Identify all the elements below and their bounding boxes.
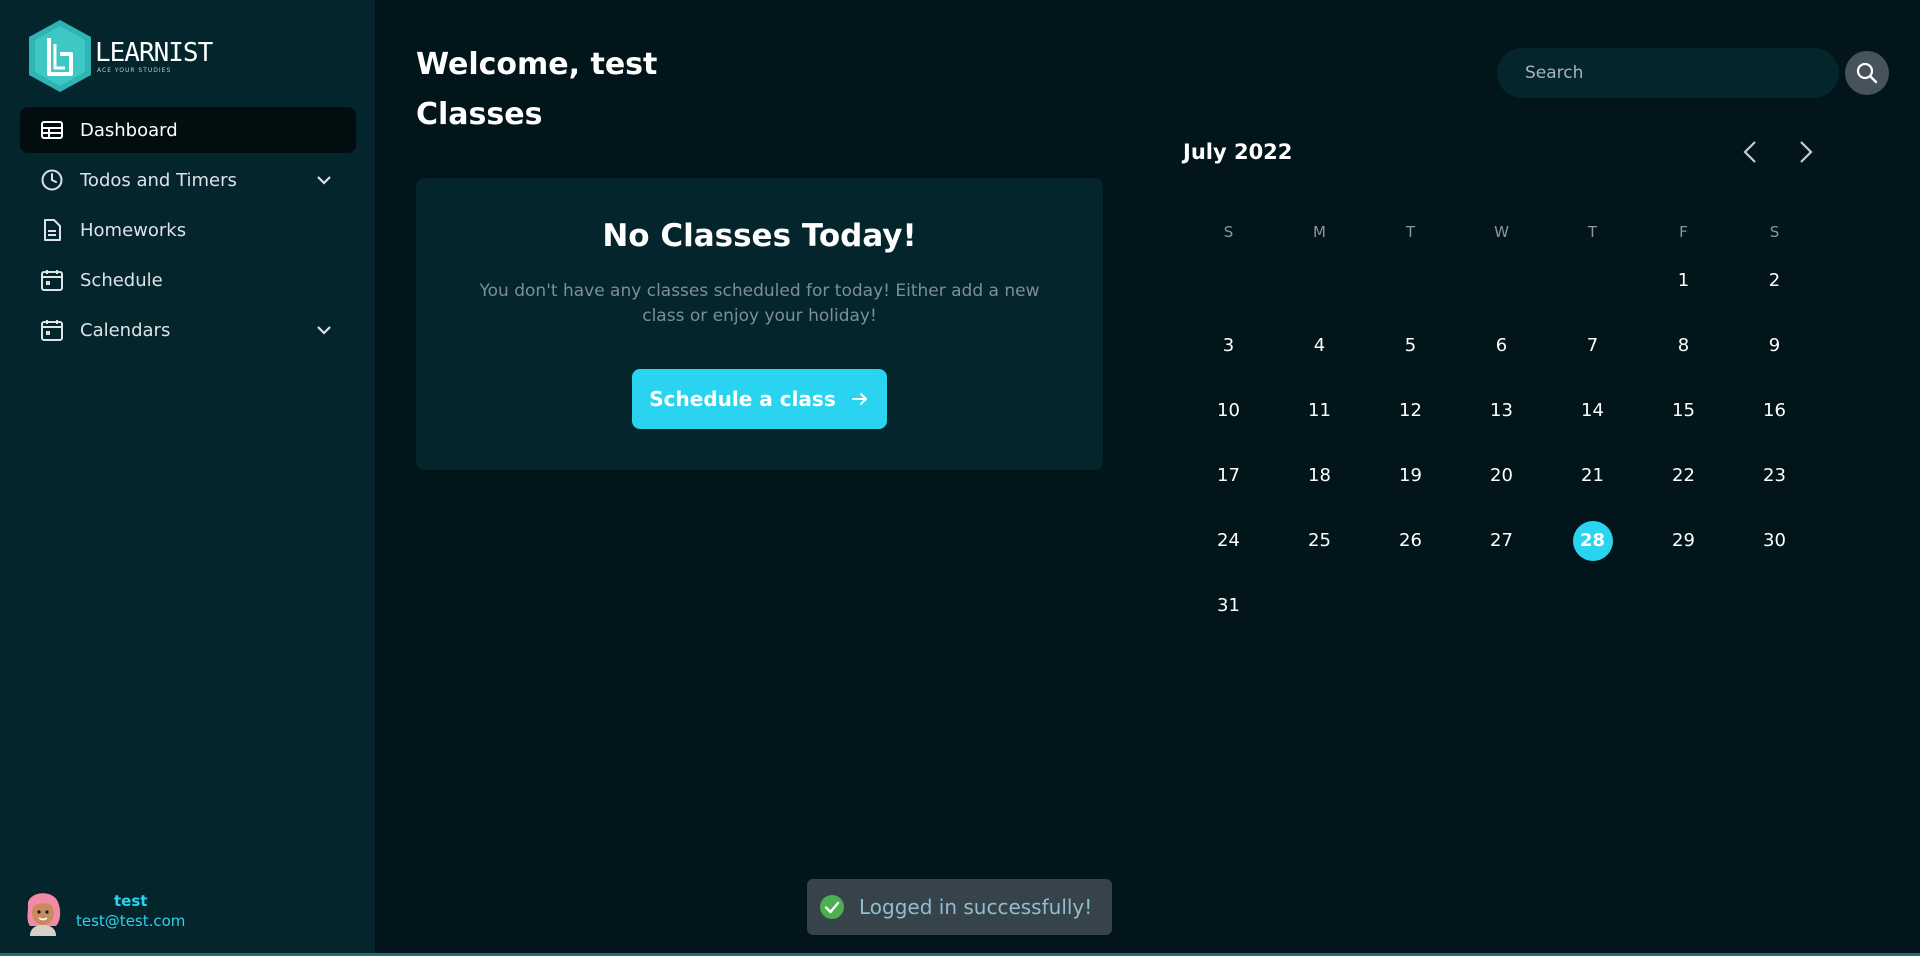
calendar-weeks: 1 2 3 4 5 6 7 8 9 10 11 12 13 14 15 16 17 18 19 20 21 22 23 24 2… — [1183, 248, 1786, 638]
sidebar-item-label: Schedule — [80, 269, 163, 291]
sidebar-item-label: Todos and Timers — [80, 169, 237, 191]
calendar-day[interactable]: 22 — [1664, 456, 1704, 496]
calendar-day[interactable]: 11 — [1300, 391, 1340, 431]
no-classes-description: You don't have any classes scheduled for… — [479, 281, 1040, 326]
logo-name: LEARNIST — [95, 37, 213, 68]
calendar-icon — [40, 268, 64, 292]
calendar-day[interactable]: 20 — [1482, 456, 1522, 496]
sidebar-item-todos-and-timers[interactable]: Todos and Timers — [20, 157, 356, 203]
calendar-day[interactable]: 12 — [1391, 391, 1431, 431]
sidebar-item-calendars[interactable]: Calendars — [20, 307, 356, 353]
calendar-day[interactable]: 7 — [1573, 326, 1613, 366]
calendar-week-row: 17 18 19 20 21 22 23 — [1183, 443, 1786, 508]
logo[interactable]: LEARNIST ACE YOUR STUDIES — [27, 18, 213, 94]
user-profile[interactable]: test test@test.com — [22, 886, 185, 936]
user-name: test — [113, 891, 148, 910]
user-info: test test@test.com — [76, 892, 185, 931]
weekday-label: F — [1679, 223, 1688, 241]
calendar-day[interactable]: 21 — [1573, 456, 1613, 496]
toast-message: Logged in successfully! — [859, 895, 1093, 919]
document-icon — [40, 218, 64, 242]
calendar-day[interactable]: 3 — [1209, 326, 1249, 366]
calendar-day[interactable]: 1 — [1664, 261, 1704, 301]
toast-notification: Logged in successfully! — [807, 879, 1112, 935]
sidebar-item-dashboard[interactable]: Dashboard — [20, 107, 356, 153]
calendar-day[interactable]: 19 — [1391, 456, 1431, 496]
avatar-icon — [27, 893, 61, 936]
logo-text: LEARNIST ACE YOUR STUDIES — [95, 37, 213, 74]
calendar-week-row: 31 — [1183, 573, 1547, 638]
calendar-prev-month-button[interactable] — [1738, 138, 1762, 166]
weekday-label: T — [1405, 223, 1416, 241]
calendar-day[interactable]: 31 — [1209, 586, 1249, 626]
no-classes-title: No Classes Today! — [602, 218, 917, 254]
calendar-day[interactable]: 10 — [1209, 391, 1249, 431]
search-icon — [1856, 62, 1878, 84]
chevron-down-icon[interactable] — [314, 170, 334, 190]
calendar-grid: S M T W T F S 1 2 3 4 5 6 7 8 9 10 11 12 13 14 15 16 17 1… — [1183, 216, 1786, 638]
app: LEARNIST ACE YOUR STUDIES Dashboard Todo… — [0, 0, 1920, 956]
calendar-day[interactable]: 27 — [1482, 521, 1522, 561]
sidebar-item-label: Homeworks — [80, 219, 187, 241]
schedule-class-button-label: Schedule a class — [649, 387, 836, 411]
calendar-next-month-button[interactable] — [1794, 138, 1818, 166]
chevron-right-icon — [1800, 141, 1813, 163]
calendar-day[interactable]: 6 — [1482, 326, 1522, 366]
weekday-label: S — [1769, 223, 1780, 241]
calendar-day[interactable]: 4 — [1300, 326, 1340, 366]
calendar-day[interactable]: 16 — [1755, 391, 1795, 431]
calendar-weekday-row: S M T W T F S — [1183, 216, 1780, 248]
calendar-day[interactable]: 24 — [1209, 521, 1249, 561]
calendar-day[interactable]: 14 — [1573, 391, 1613, 431]
logo-tagline: ACE YOUR STUDIES — [97, 66, 172, 74]
sidebar-item-schedule[interactable]: Schedule — [20, 257, 356, 303]
weekday-label: S — [1223, 223, 1234, 241]
welcome-heading: Welcome, test — [416, 47, 658, 82]
calendar-day[interactable]: 25 — [1300, 521, 1340, 561]
sidebar-item-homeworks[interactable]: Homeworks — [20, 207, 356, 253]
search-input[interactable] — [1497, 48, 1839, 98]
calendar-day[interactable]: 17 — [1209, 456, 1249, 496]
classes-card: No Classes Today! You don't have any cla… — [416, 178, 1103, 470]
calendar-week-row: 12 — [1183, 248, 1780, 313]
calendar-week-row: 3456789 — [1183, 313, 1780, 378]
calendar-day[interactable]: 13 — [1482, 391, 1522, 431]
calendar-icon — [40, 318, 64, 342]
sidebar-item-label: Calendars — [80, 319, 171, 341]
calendar-day[interactable]: 26 — [1391, 521, 1431, 561]
calendar-day[interactable]: 23 — [1755, 456, 1795, 496]
search-button[interactable] — [1845, 51, 1889, 95]
user-email: test@test.com — [76, 911, 186, 930]
calendar-day-today[interactable]: 28 — [1572, 520, 1613, 561]
calendar-day[interactable]: 2 — [1755, 261, 1795, 301]
weekday-label: T — [1587, 223, 1598, 241]
sidebar: LEARNIST ACE YOUR STUDIES Dashboard Todo… — [0, 0, 375, 956]
classes-heading: Classes — [416, 97, 543, 132]
weekday-label: W — [1494, 223, 1509, 241]
chevron-left-icon — [1743, 141, 1756, 163]
table-icon — [40, 118, 64, 142]
calendar-day[interactable]: 5 — [1391, 326, 1431, 366]
calendar-day[interactable]: 29 — [1664, 521, 1704, 561]
sidebar-item-label: Dashboard — [80, 119, 178, 141]
calendar-week-row: 24 25 26 27 28 29 30 — [1183, 508, 1786, 573]
calendar-month-title: July 2022 — [1183, 140, 1293, 164]
clock-icon — [40, 168, 64, 192]
calendar-day[interactable]: 18 — [1300, 456, 1340, 496]
calendar-day[interactable]: 8 — [1664, 326, 1704, 366]
logo-hexagon-icon — [29, 20, 91, 92]
chevron-down-icon[interactable] — [314, 320, 334, 340]
sidebar-nav: Dashboard Todos and Timers Homeworks Sch… — [20, 107, 356, 357]
check-circle-icon — [820, 895, 844, 919]
calendar-day[interactable]: 9 — [1755, 326, 1795, 366]
arrow-right-icon — [850, 389, 870, 409]
calendar-day[interactable]: 15 — [1664, 391, 1704, 431]
calendar-day[interactable]: 30 — [1755, 521, 1795, 561]
calendar-week-row: 10 11 12 13 14 15 16 — [1183, 378, 1786, 443]
schedule-class-button[interactable]: Schedule a class — [632, 369, 887, 429]
weekday-label: M — [1313, 223, 1326, 241]
